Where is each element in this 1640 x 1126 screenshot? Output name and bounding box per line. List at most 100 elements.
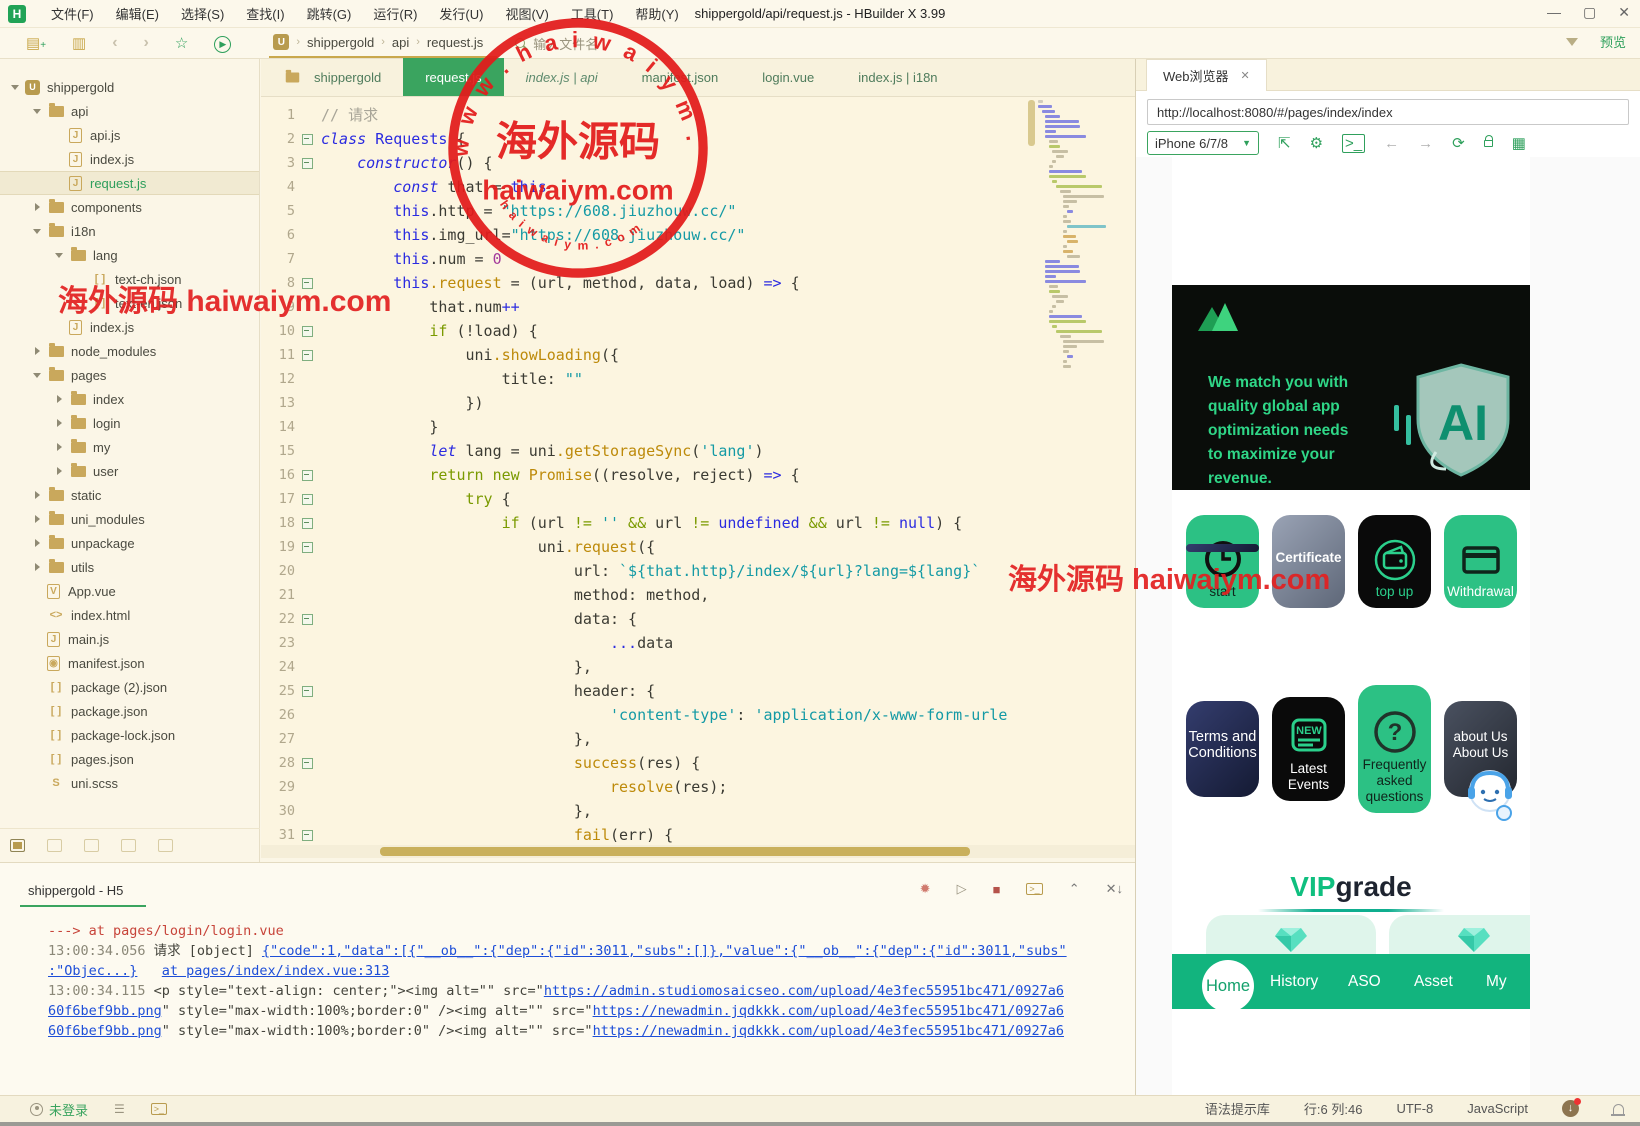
unlock-icon[interactable] bbox=[1483, 134, 1493, 147]
terminal-icon[interactable]: >_ bbox=[150, 1103, 168, 1115]
menu-edit[interactable]: 编辑(E) bbox=[105, 4, 170, 23]
plugin-panel-icon[interactable] bbox=[158, 839, 173, 852]
fold-marker-icon[interactable] bbox=[299, 127, 317, 151]
minimize-button[interactable]: — bbox=[1547, 4, 1561, 21]
nav-back-icon[interactable]: ← bbox=[1384, 135, 1399, 152]
forward-icon[interactable]: › bbox=[144, 34, 149, 52]
console-line[interactable]: 60f6bef9bb.png" style="max-width:100%;bo… bbox=[0, 1021, 1163, 1041]
tree-item-api.js[interactable]: Japi.js bbox=[0, 123, 259, 147]
minimap[interactable] bbox=[1038, 100, 1126, 400]
run-icon[interactable]: ▶ bbox=[214, 34, 232, 53]
rerun-icon[interactable]: ▷ bbox=[957, 881, 967, 897]
tree-item-package.json[interactable]: [ ] package.json bbox=[0, 699, 259, 723]
tree-item-main.js[interactable]: Jmain.js bbox=[0, 627, 259, 651]
files-panel-icon[interactable] bbox=[10, 839, 25, 852]
tree-item-request.js[interactable]: Jrequest.js bbox=[0, 171, 259, 195]
open-external-icon[interactable]: ⇱ bbox=[1278, 134, 1291, 152]
tree-item-pages.json[interactable]: [ ] pages.json bbox=[0, 747, 259, 771]
refresh-icon[interactable]: ⟳ bbox=[1452, 134, 1465, 152]
debug-bug-icon[interactable]: ✹ bbox=[920, 881, 931, 897]
breadcrumb-project[interactable]: shippergold bbox=[307, 35, 374, 50]
search-panel-icon[interactable] bbox=[47, 839, 62, 852]
tree-item-utils[interactable]: utils bbox=[0, 555, 259, 579]
chevron-icon[interactable] bbox=[54, 393, 66, 405]
editor-scrollbar-thumb[interactable] bbox=[380, 847, 970, 856]
login-status[interactable]: 未登录 bbox=[49, 1100, 88, 1119]
console-line[interactable]: 60f6bef9bb.png" style="max-width:100%;bo… bbox=[0, 1001, 1163, 1021]
console-line[interactable]: ---> at pages/login/login.vue bbox=[0, 921, 1163, 941]
console-output[interactable]: ---> at pages/login/login.vue 13:00:34.05… bbox=[0, 921, 1163, 1041]
chevron-icon[interactable] bbox=[32, 225, 44, 237]
console-line[interactable]: 13:00:34.115 <p style="text-align: cente… bbox=[0, 981, 1163, 1001]
tile-top-up[interactable]: top up bbox=[1358, 515, 1431, 608]
tile-faq[interactable]: ? Frequently asked questions bbox=[1358, 685, 1431, 813]
menu-run[interactable]: 运行(R) bbox=[362, 4, 428, 23]
tree-item-login[interactable]: login bbox=[0, 411, 259, 435]
fold-marker-icon[interactable] bbox=[299, 319, 317, 343]
nav-history[interactable]: History bbox=[1270, 973, 1318, 991]
console-line[interactable]: :"Objec...} at pages/index/index.vue:313 bbox=[0, 961, 1163, 981]
settings-gear-icon[interactable]: ⚙ bbox=[1310, 134, 1323, 152]
tree-item-my[interactable]: my bbox=[0, 435, 259, 459]
tree-item-unpackage[interactable]: unpackage bbox=[0, 531, 259, 555]
tree-item-user[interactable]: user bbox=[0, 459, 259, 483]
hero-banner[interactable]: We match you with quality global app opt… bbox=[1172, 285, 1530, 490]
breadcrumb-folder[interactable]: api bbox=[392, 35, 409, 50]
url-bar[interactable]: http://localhost:8080/#/pages/index/inde… bbox=[1147, 99, 1629, 125]
stop-icon[interactable]: ■ bbox=[993, 882, 1001, 897]
tab-index-js-i18n[interactable]: index.js | i18n bbox=[836, 58, 959, 96]
open-terminal-icon[interactable]: >_ bbox=[1026, 883, 1043, 895]
tree-item-shippergold[interactable]: Ushippergold bbox=[0, 75, 259, 99]
console-tab[interactable]: shippergold - H5 bbox=[28, 883, 123, 898]
back-icon[interactable]: ‹ bbox=[112, 34, 117, 52]
nav-aso[interactable]: ASO bbox=[1348, 973, 1381, 991]
star-icon[interactable]: ☆ bbox=[175, 34, 188, 52]
tree-item-index.js[interactable]: Jindex.js bbox=[0, 147, 259, 171]
chevron-icon[interactable] bbox=[10, 81, 22, 93]
nav-my[interactable]: My bbox=[1486, 973, 1507, 991]
account-icon[interactable] bbox=[30, 1102, 43, 1116]
nav-home[interactable]: Home bbox=[1202, 960, 1254, 1012]
menu-goto[interactable]: 跳转(G) bbox=[296, 4, 363, 23]
tile-terms-conditions[interactable]: Terms and Conditions bbox=[1186, 701, 1259, 797]
fold-marker-icon[interactable] bbox=[299, 751, 317, 775]
chevron-icon[interactable] bbox=[32, 105, 44, 117]
maximize-button[interactable]: ▢ bbox=[1583, 4, 1596, 21]
chevron-icon[interactable] bbox=[32, 561, 44, 573]
tree-item-static[interactable]: static bbox=[0, 483, 259, 507]
tree-item-i18n[interactable]: i18n bbox=[0, 219, 259, 243]
customer-service-mascot-icon[interactable] bbox=[1462, 765, 1518, 823]
fold-marker-icon[interactable] bbox=[299, 607, 317, 631]
tree-item-lang[interactable]: lang bbox=[0, 243, 259, 267]
chevron-icon[interactable] bbox=[54, 465, 66, 477]
encoding-label[interactable]: UTF-8 bbox=[1396, 1101, 1433, 1116]
fold-marker-icon[interactable] bbox=[299, 823, 317, 845]
browser-tab[interactable]: Web浏览器 ✕ bbox=[1146, 59, 1267, 91]
fold-marker-icon[interactable] bbox=[299, 151, 317, 175]
console-line[interactable]: 13:00:34.056 请求 [object] {"code":1,"data… bbox=[0, 941, 1163, 961]
collapse-panel-icon[interactable]: ⌃ bbox=[1069, 881, 1080, 897]
devtools-console-icon[interactable]: >_ bbox=[1342, 133, 1366, 153]
fold-marker-icon[interactable] bbox=[299, 343, 317, 367]
debug-panel-icon[interactable] bbox=[84, 839, 99, 852]
close-panel-icon[interactable]: ✕↓ bbox=[1106, 881, 1123, 897]
menu-file[interactable]: 文件(F) bbox=[40, 4, 105, 23]
update-download-icon[interactable]: ↓ bbox=[1562, 1098, 1581, 1117]
fold-marker-icon[interactable] bbox=[299, 679, 317, 703]
editor-vertical-scrollbar[interactable] bbox=[1028, 100, 1035, 146]
tree-item-components[interactable]: components bbox=[0, 195, 259, 219]
tile-terms[interactable] bbox=[1186, 544, 1259, 552]
tree-item-uni.scss[interactable]: Suni.scss bbox=[0, 771, 259, 795]
fold-marker-icon[interactable] bbox=[299, 511, 317, 535]
chevron-icon[interactable] bbox=[32, 345, 44, 357]
tree-item-App.vue[interactable]: V App.vue bbox=[0, 579, 259, 603]
tile-latest-events[interactable]: NEW Latest Events bbox=[1272, 697, 1345, 801]
syntax-lib-label[interactable]: 语法提示库 bbox=[1205, 1099, 1270, 1118]
notification-bell-icon[interactable] bbox=[1611, 1103, 1625, 1116]
tree-item-package-2-.json[interactable]: [ ] package (2).json bbox=[0, 675, 259, 699]
tree-item-manifest.json[interactable]: ◉ manifest.json bbox=[0, 651, 259, 675]
new-file-icon[interactable]: ▤+ bbox=[26, 34, 46, 52]
fold-marker-icon[interactable] bbox=[299, 487, 317, 511]
tree-item-package-lock.json[interactable]: [ ] package-lock.json bbox=[0, 723, 259, 747]
git-panel-icon[interactable] bbox=[121, 839, 136, 852]
